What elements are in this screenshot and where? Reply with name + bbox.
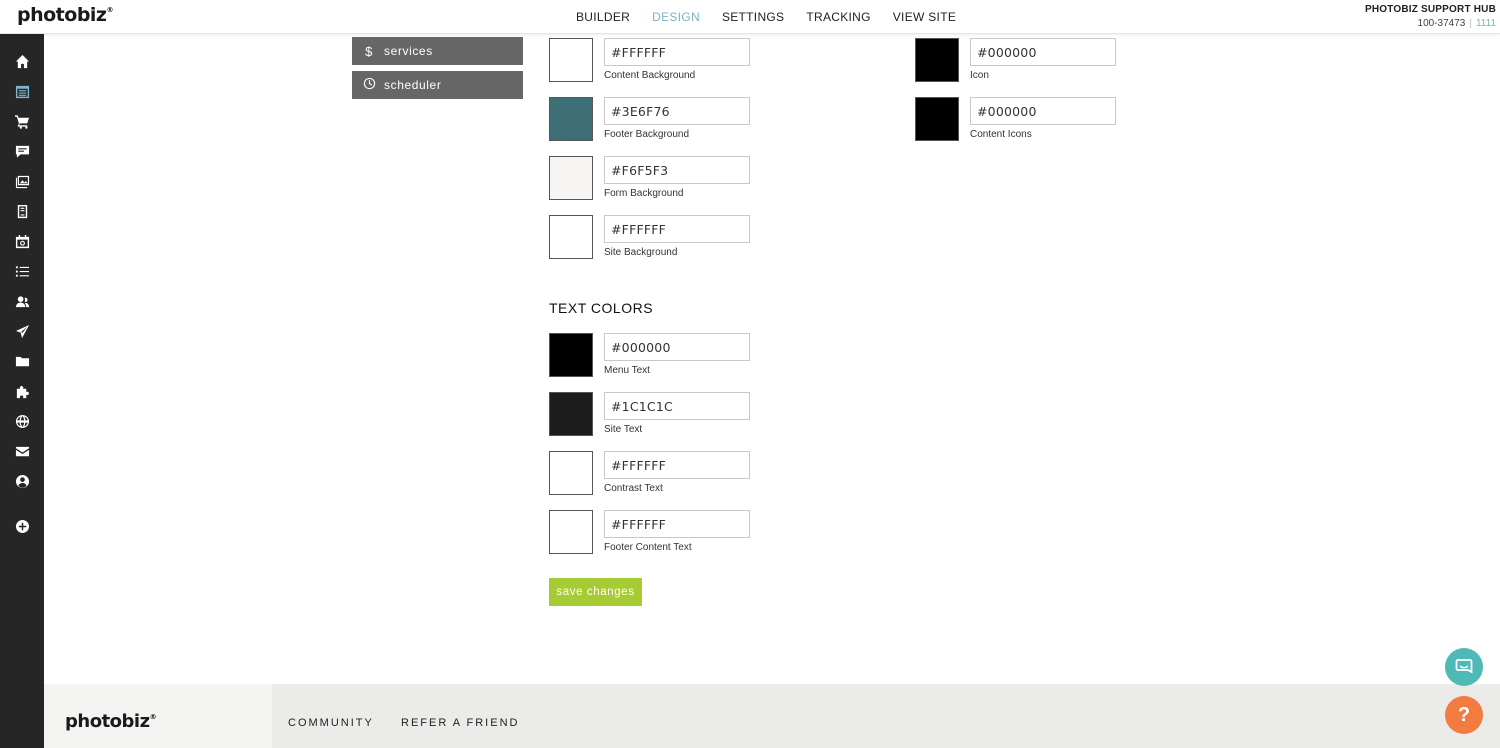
users-icon[interactable] <box>12 291 32 311</box>
color-label: Footer Background <box>604 129 690 140</box>
book-icon[interactable] <box>12 201 32 221</box>
help-button[interactable]: ? <box>1445 696 1483 734</box>
puzzle-icon[interactable] <box>12 381 32 401</box>
color-label: Footer Content Text <box>604 542 692 553</box>
color-label: Menu Text <box>604 365 650 376</box>
color-swatch[interactable] <box>549 156 593 200</box>
list-icon[interactable] <box>12 261 32 281</box>
hex-input[interactable]: #FFFFFF <box>604 215 750 243</box>
color-label: Icon <box>970 70 989 81</box>
dollar-icon: $ <box>365 43 373 59</box>
color-label: Form Background <box>604 188 684 199</box>
nav-view-site[interactable]: VIEW SITE <box>882 10 967 24</box>
calendar-list-icon[interactable] <box>12 81 32 101</box>
support-hub[interactable]: PHOTOBIZ SUPPORT HUB 100-37473 | 1111 <box>1365 3 1496 31</box>
support-pin: 1111 <box>1475 18 1496 29</box>
save-changes-button[interactable]: save changes <box>549 578 642 606</box>
chat-launcher-button[interactable] <box>1445 648 1483 686</box>
color-swatch[interactable] <box>549 97 593 141</box>
color-swatch[interactable] <box>549 510 593 554</box>
footer-logo[interactable]: photobiz® <box>65 711 157 732</box>
color-swatch[interactable] <box>549 38 593 82</box>
hex-input[interactable]: #000000 <box>970 38 1116 66</box>
folder-icon[interactable] <box>12 351 32 371</box>
color-swatch[interactable] <box>549 451 593 495</box>
hex-input[interactable]: #FFFFFF <box>604 510 750 538</box>
hex-input[interactable]: #FFFFFF <box>604 38 750 66</box>
nav-settings[interactable]: SETTINGS <box>711 10 795 24</box>
support-hub-account: 100-37473 | 1111 <box>1365 17 1496 31</box>
hub-separator: | <box>1469 18 1472 29</box>
home-icon[interactable] <box>12 51 32 71</box>
color-swatch[interactable] <box>549 392 593 436</box>
footer-logo-panel: photobiz® <box>44 684 272 748</box>
add-icon[interactable] <box>12 516 32 536</box>
camera-calendar-icon[interactable] <box>12 231 32 251</box>
menu-scheduler[interactable]: scheduler <box>352 71 523 99</box>
top-bar: photobiz® BUILDER DESIGN SETTINGS TRACKI… <box>0 0 1500 34</box>
hex-input[interactable]: #FFFFFF <box>604 451 750 479</box>
menu-services[interactable]: $ services <box>352 37 523 65</box>
hex-input[interactable]: #3E6F76 <box>604 97 750 125</box>
nav-tracking[interactable]: TRACKING <box>795 10 881 24</box>
chat-bubble-icon <box>1455 659 1473 674</box>
clock-icon <box>362 77 376 93</box>
color-label: Site Text <box>604 424 643 435</box>
footer-heading-refer-a-friend: REFER A FRIEND <box>401 717 520 729</box>
nav-design[interactable]: DESIGN <box>641 10 711 24</box>
color-swatch[interactable] <box>549 215 593 259</box>
support-hub-title[interactable]: PHOTOBIZ SUPPORT HUB <box>1365 3 1496 17</box>
color-label: Site Background <box>604 247 678 258</box>
logo-text: photobiz <box>17 4 107 26</box>
nav-builder[interactable]: BUILDER <box>565 10 641 24</box>
color-label: Content Background <box>604 70 696 81</box>
color-swatch[interactable] <box>549 333 593 377</box>
color-swatch[interactable] <box>915 97 959 141</box>
photobiz-logo[interactable]: photobiz® <box>17 4 113 26</box>
account-icon[interactable] <box>12 471 32 491</box>
chat-icon[interactable] <box>12 141 32 161</box>
section-title-text-colors: TEXT COLORS <box>549 300 654 316</box>
send-icon[interactable] <box>12 321 32 341</box>
menu-services-label: services <box>384 44 433 58</box>
menu-scheduler-label: scheduler <box>384 78 442 92</box>
color-label: Contrast Text <box>604 483 663 494</box>
color-label: Content Icons <box>970 129 1032 140</box>
globe-icon[interactable] <box>12 411 32 431</box>
sidebar <box>0 34 44 748</box>
hex-input[interactable]: #1C1C1C <box>604 392 750 420</box>
gallery-icon[interactable] <box>12 171 32 191</box>
mail-icon[interactable] <box>12 441 32 461</box>
question-icon: ? <box>1457 703 1471 726</box>
account-id: 100-37473 <box>1417 18 1466 29</box>
color-swatch[interactable] <box>915 38 959 82</box>
hex-input[interactable]: #000000 <box>604 333 750 361</box>
hex-input[interactable]: #F6F5F3 <box>604 156 750 184</box>
cart-icon[interactable] <box>12 111 32 131</box>
footer-logo-text: photobiz <box>65 711 150 732</box>
footer: photobiz® COMMUNITY REFER A FRIEND <box>44 684 1500 748</box>
main-nav: BUILDER DESIGN SETTINGS TRACKING VIEW SI… <box>565 0 967 34</box>
footer-heading-community: COMMUNITY <box>288 717 374 729</box>
hex-input[interactable]: #000000 <box>970 97 1116 125</box>
